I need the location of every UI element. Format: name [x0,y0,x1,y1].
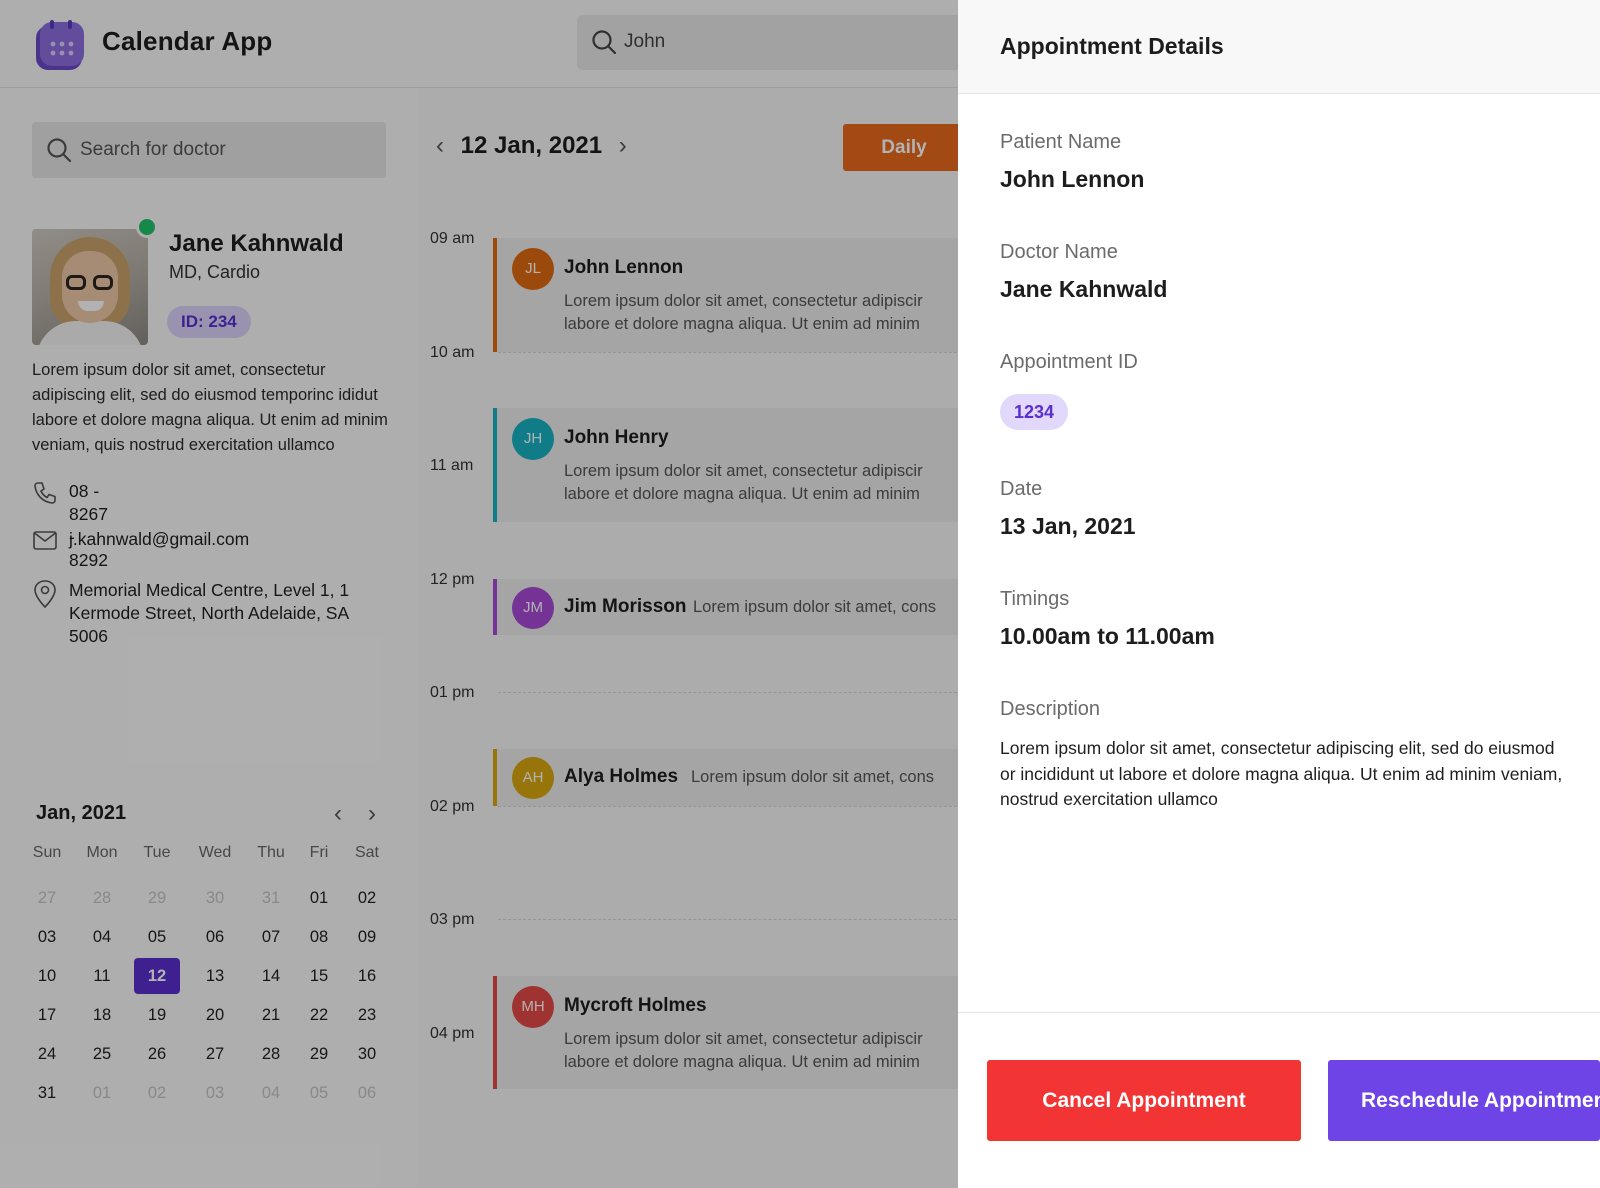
timings-label: Timings [1000,588,1070,610]
drawer-title: Appointment Details [1000,33,1224,59]
patient-name-value: John Lennon [1000,166,1145,192]
date-value: 13 Jan, 2021 [1000,513,1136,539]
timings-value: 10.00am to 11.00am [1000,623,1215,649]
reschedule-appointment-button[interactable]: Reschedule Appointment [1328,1060,1600,1141]
drawer-header: Appointment Details [958,0,1600,94]
appointment-details-drawer: Appointment Details Patient Name John Le… [958,0,1600,1188]
doctor-name-label: Doctor Name [1000,241,1118,263]
doctor-name-value: Jane Kahnwald [1000,276,1168,302]
drawer-footer-divider [958,1012,1600,1013]
patient-name-label: Patient Name [1000,131,1122,153]
appointment-id-badge: 1234 [1000,394,1069,430]
appointment-id-label: Appointment ID [1000,351,1138,373]
date-label: Date [1000,478,1043,500]
description-text: Lorem ipsum dolor sit amet, consectetur … [1000,738,1563,809]
cancel-appointment-button[interactable]: Cancel Appointment [987,1060,1301,1141]
description-label: Description [1000,698,1101,720]
